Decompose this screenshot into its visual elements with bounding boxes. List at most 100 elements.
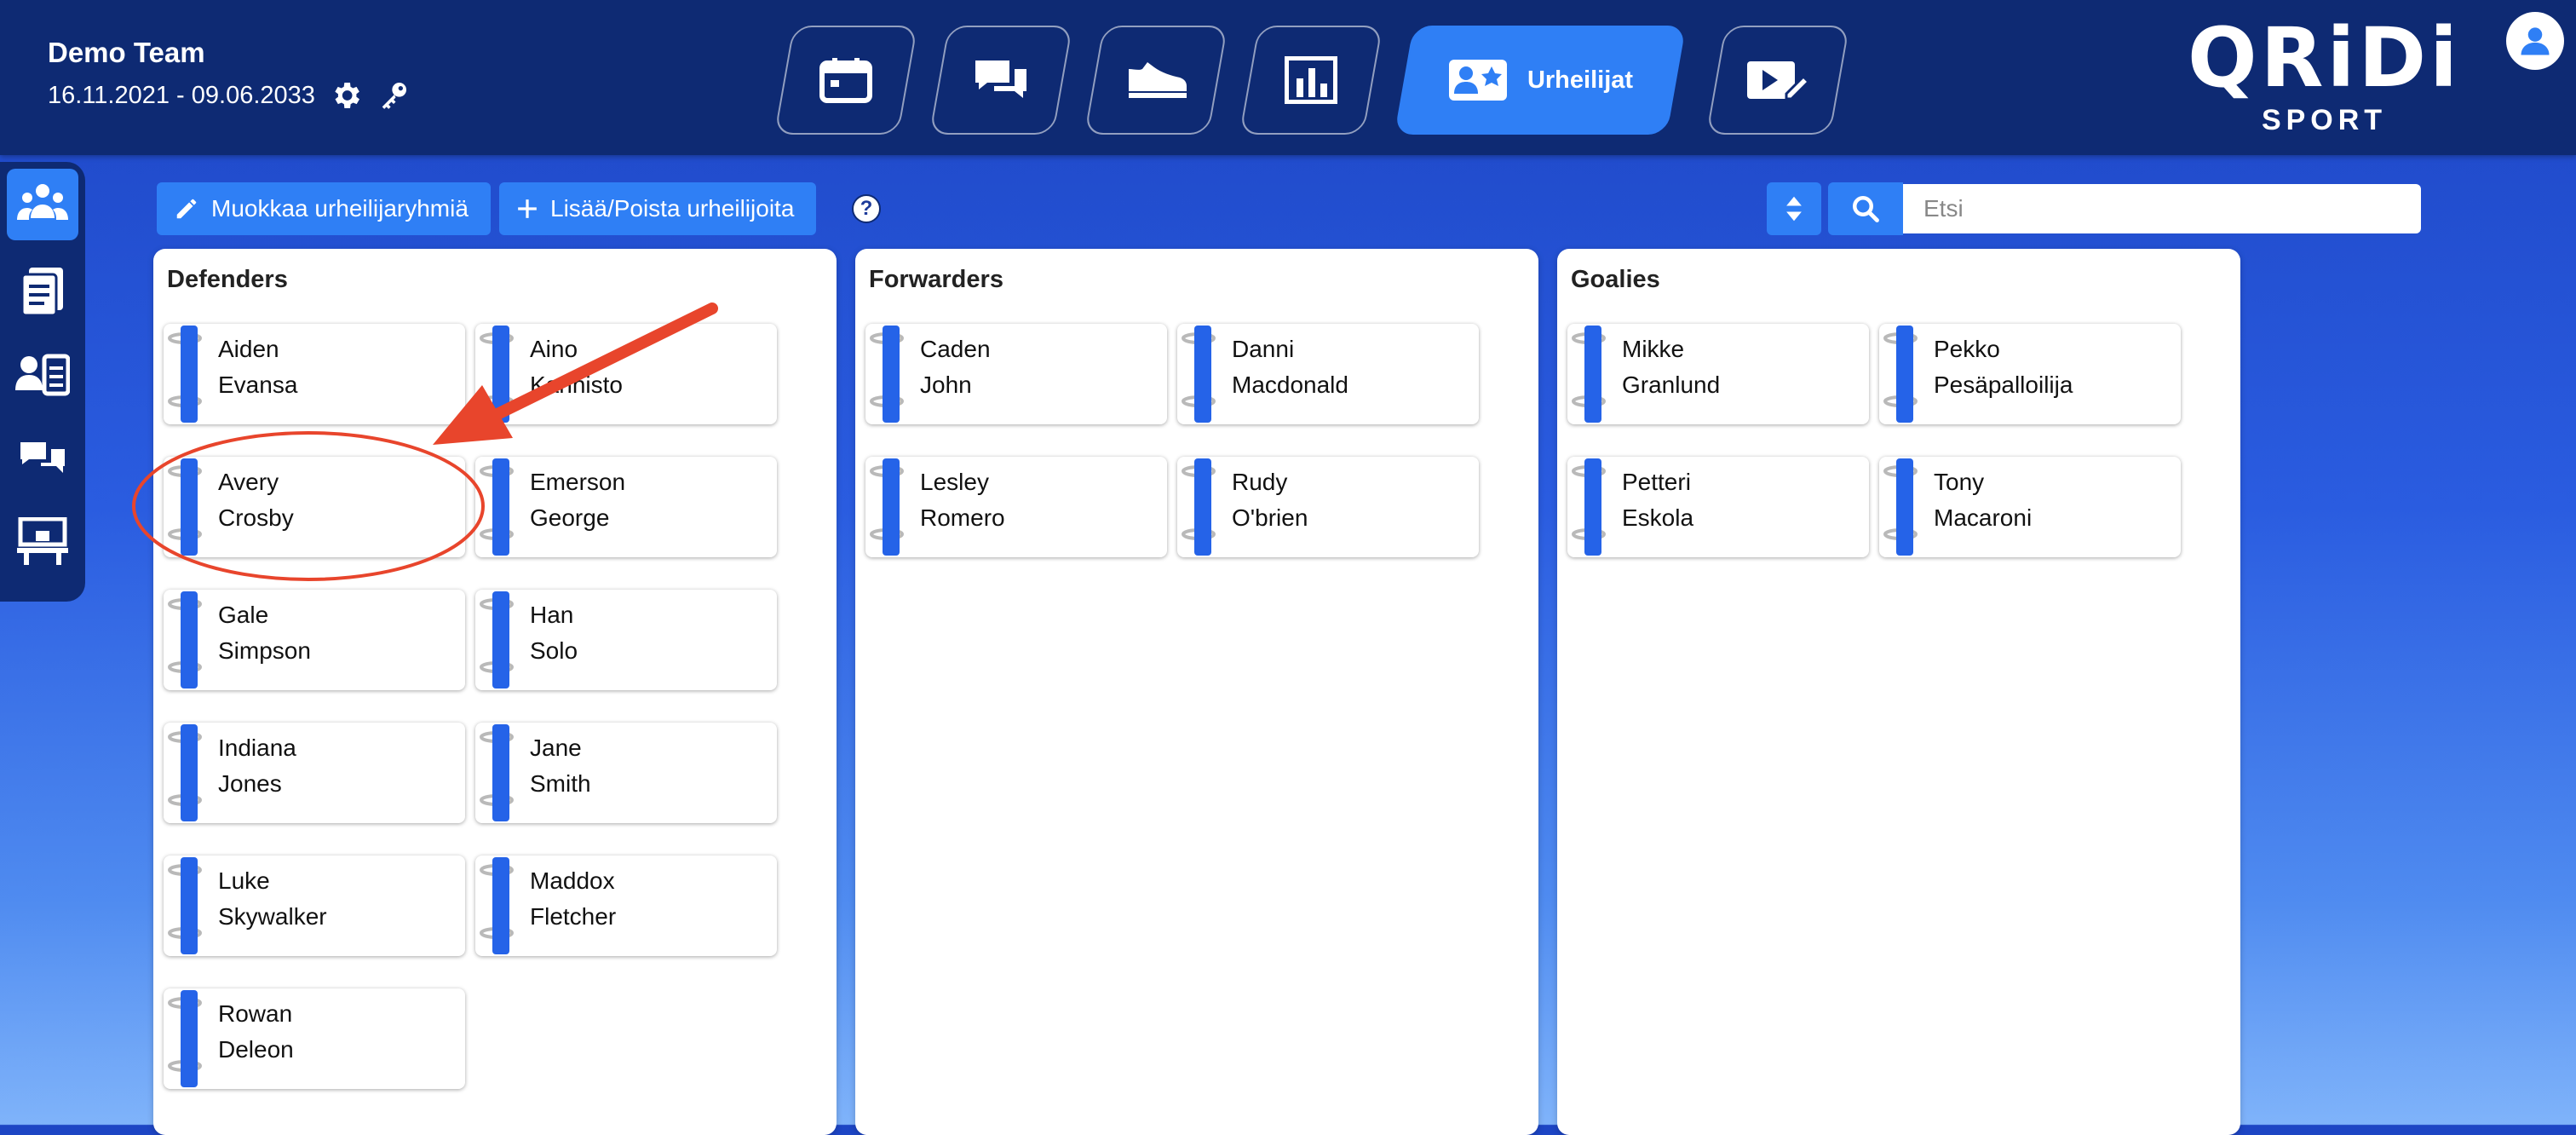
card-accent-bar (1896, 326, 1913, 423)
bar-chart-icon (1285, 56, 1337, 104)
athlete-first-name: Gale (218, 602, 269, 628)
athlete-last-name: Jones (218, 770, 282, 797)
edit-groups-button[interactable]: Muokkaa urheilijaryhmiä (157, 182, 491, 235)
athlete-card[interactable]: Aino Kannisto (475, 324, 777, 424)
gear-icon[interactable] (329, 78, 363, 112)
sidebar-item-athlete-cards[interactable] (7, 339, 78, 411)
card-accent-bar (181, 591, 198, 688)
tab-athletes-label: Urheilijat (1527, 66, 1634, 94)
tab-training[interactable] (1084, 26, 1228, 135)
card-accent-bar (181, 326, 198, 423)
chat-bubbles-icon (20, 442, 65, 473)
athlete-last-name: Deleon (218, 1036, 294, 1063)
document-list-icon (20, 268, 63, 317)
athlete-card[interactable]: Pekko Pesäpalloilija (1879, 324, 2181, 424)
card-accent-bar (883, 458, 900, 556)
athlete-first-name: Aino (530, 336, 578, 362)
logo-text: QRiDi (2188, 10, 2462, 106)
search-input[interactable] (1903, 184, 2421, 233)
athlete-first-name: Indiana (218, 735, 296, 761)
tab-athletes[interactable]: Urheilijat (1394, 26, 1687, 135)
athlete-first-name: Tony (1934, 469, 1985, 495)
person-list-icon (15, 354, 70, 396)
athlete-first-name: Danni (1232, 336, 1295, 362)
athlete-card[interactable]: Caden John (865, 324, 1167, 424)
chat-icon (975, 60, 1026, 98)
group-panel-forwarders: Forwarders Caden John Danni Macdonald Lesley… (855, 249, 1538, 1135)
athlete-last-name: Simpson (218, 637, 311, 664)
athlete-card[interactable]: Emerson George (475, 457, 777, 557)
group-title: Goalies (1571, 266, 1660, 293)
sidebar-item-reports[interactable] (7, 256, 78, 327)
athlete-card[interactable]: Indiana Jones (164, 723, 465, 823)
team-group-icon (17, 184, 68, 220)
group-title: Forwarders (869, 266, 1003, 293)
group-panel-defenders: Defenders Aiden Evansa Aino Kannisto Avery Cr… (153, 249, 837, 1135)
sidebar-item-discussions[interactable] (7, 423, 78, 494)
athlete-last-name: Macaroni (1934, 504, 2033, 531)
athlete-card[interactable]: Jane Smith (475, 723, 777, 823)
classroom-desk-icon (17, 517, 68, 565)
card-accent-bar (1584, 326, 1601, 423)
card-accent-bar (181, 857, 198, 954)
plus-icon (518, 199, 537, 218)
athlete-last-name: Smith (530, 770, 591, 797)
athlete-last-name: Skywalker (218, 903, 327, 930)
sort-button[interactable] (1767, 182, 1821, 235)
athlete-card[interactable]: Mikke Granlund (1567, 324, 1869, 424)
team-dates-row: 16.11.2021 - 09.06.2033 (48, 78, 411, 112)
card-accent-bar (1194, 458, 1211, 556)
team-name: Demo Team (48, 37, 205, 68)
athlete-card[interactable]: Maddox Fletcher (475, 856, 777, 956)
sidebar-item-groups[interactable] (7, 169, 78, 240)
search-button[interactable] (1828, 182, 1903, 235)
athlete-last-name: Evansa (218, 372, 298, 398)
athlete-first-name: Mikke (1622, 336, 1685, 362)
athlete-last-name: Pesäpalloilija (1934, 372, 2073, 398)
athlete-card[interactable]: Rudy O'brien (1177, 457, 1479, 557)
card-accent-bar (492, 724, 509, 821)
tab-messages[interactable] (929, 26, 1073, 135)
add-remove-athletes-button[interactable]: Lisää/Poista urheilijoita (499, 182, 816, 235)
athlete-first-name: Han (530, 602, 574, 628)
card-accent-bar (1194, 326, 1211, 423)
card-accent-bar (1584, 458, 1601, 556)
pencil-icon (176, 199, 197, 219)
athlete-first-name: Avery (218, 469, 279, 495)
tab-statistics[interactable] (1239, 26, 1383, 135)
athlete-card[interactable]: Han Solo (475, 590, 777, 690)
athlete-first-name: Caden (920, 336, 991, 362)
athlete-last-name: Granlund (1622, 372, 1721, 398)
athlete-card[interactable]: Rowan Deleon (164, 988, 465, 1089)
athlete-first-name: Aiden (218, 336, 279, 362)
athlete-card[interactable]: Gale Simpson (164, 590, 465, 690)
add-remove-label: Lisää/Poista urheilijoita (550, 195, 795, 222)
tab-video[interactable] (1705, 26, 1850, 135)
athlete-card[interactable]: Aiden Evansa (164, 324, 465, 424)
shoe-icon (1129, 62, 1187, 98)
athlete-first-name: Maddox (530, 867, 615, 894)
athlete-card[interactable]: Lesley Romero (865, 457, 1167, 557)
athlete-last-name: Kannisto (530, 372, 623, 398)
help-icon[interactable]: ? (852, 194, 881, 223)
team-info: Demo Team 16.11.2021 - 09.06.2033 (48, 36, 411, 112)
athlete-card[interactable]: Petteri Eskola (1567, 457, 1869, 557)
athlete-last-name: Macdonald (1232, 372, 1348, 398)
sidebar-item-classroom[interactable] (7, 506, 78, 578)
athlete-card[interactable]: Danni Macdonald (1177, 324, 1479, 424)
tab-calendar[interactable] (773, 26, 918, 135)
qridi-logo: QRiDi SPORT (2188, 17, 2461, 137)
edit-groups-label: Muokkaa urheilijaryhmiä (211, 195, 469, 222)
athlete-last-name: Eskola (1622, 504, 1694, 531)
key-icon[interactable] (377, 78, 411, 112)
video-edit-icon (1747, 61, 1810, 101)
athlete-card[interactable]: Luke Skywalker (164, 856, 465, 956)
user-avatar-icon[interactable] (2506, 12, 2564, 70)
athlete-last-name: Romero (920, 504, 1005, 531)
group-panel-goalies: Goalies Mikke Granlund Pekko Pesäpalloilija… (1557, 249, 2240, 1135)
card-accent-bar (492, 458, 509, 556)
athlete-card[interactable]: Tony Macaroni (1879, 457, 2181, 557)
search-icon (1853, 196, 1879, 222)
athlete-card[interactable]: Avery Crosby (164, 457, 465, 557)
athletes-star-icon (1448, 60, 1507, 101)
